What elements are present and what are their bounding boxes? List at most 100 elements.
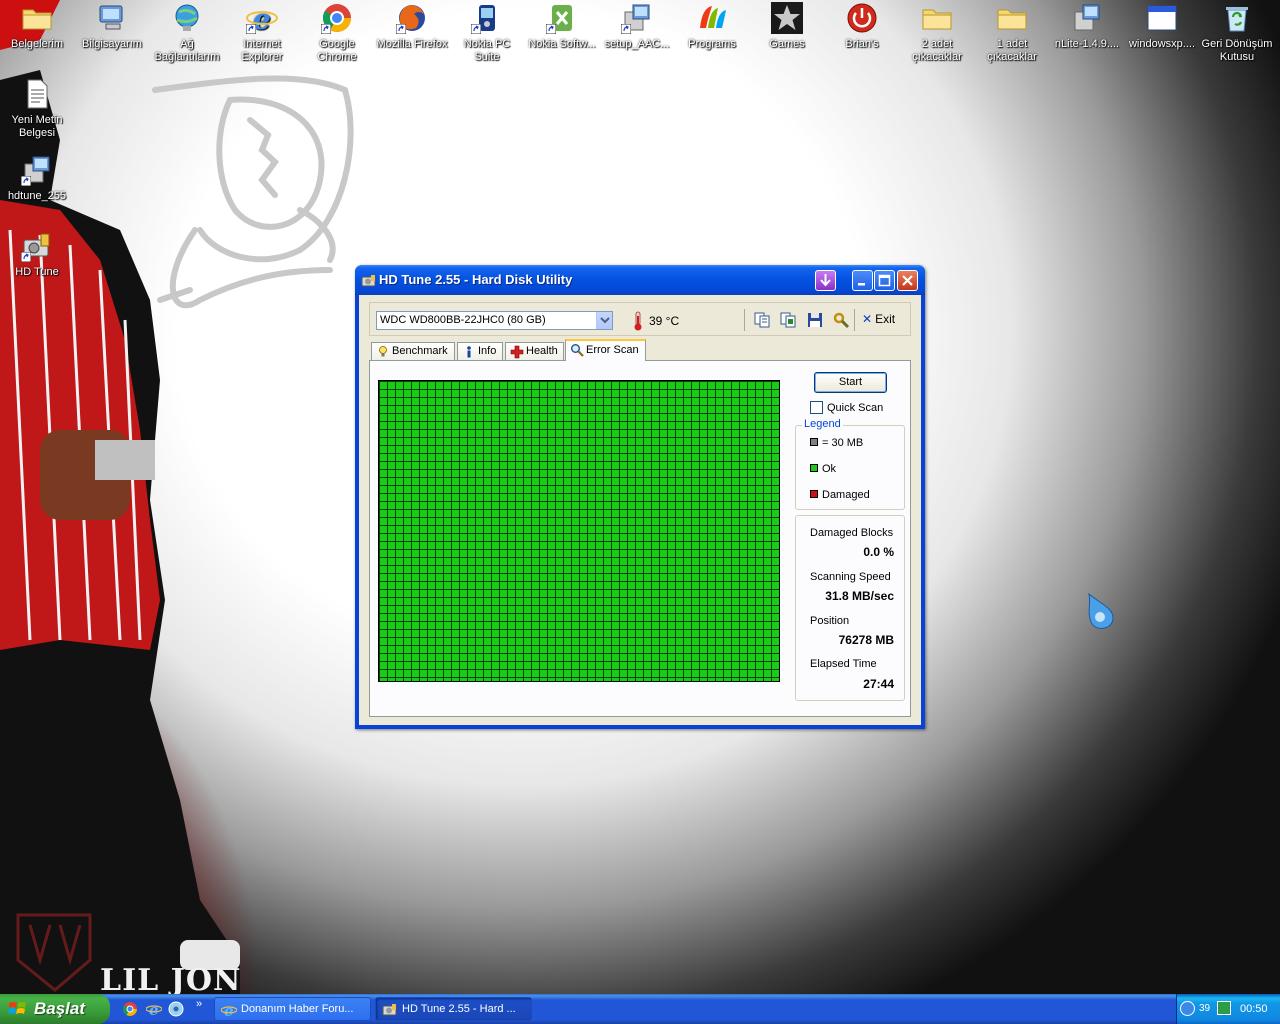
health-cross-icon	[510, 345, 524, 359]
magnifier-icon	[570, 343, 584, 357]
droplet-cursor-icon	[1083, 592, 1117, 632]
svg-text:e: e	[224, 1002, 234, 1018]
tray-temperature[interactable]: 39	[1199, 1003, 1210, 1014]
clock[interactable]: 00:50	[1240, 1003, 1268, 1015]
tab-error-scan[interactable]: Error Scan	[565, 339, 646, 361]
hd-tune-window[interactable]: HD Tune 2.55 - Hard Disk Utility WDC WD8…	[355, 265, 925, 729]
folder-icon	[921, 2, 953, 34]
msn-icon	[696, 2, 728, 34]
close-button[interactable]	[897, 270, 918, 291]
save-button[interactable]	[806, 311, 824, 329]
exit-button[interactable]: ✕ Exit	[862, 312, 895, 326]
network-icon	[171, 2, 203, 34]
damaged-blocks-value: 0.0 %	[863, 545, 894, 559]
desktop-icon-label: Nokia Softw...	[528, 38, 596, 50]
desktop-icon-top-1[interactable]: Bilgisayarım	[75, 0, 149, 51]
drive-select[interactable]: WDC WD800BB-22JHC0 (80 GB)	[376, 311, 613, 330]
desktop-icon-label: hdtune_255	[7, 190, 67, 202]
desktop-icon-label: Games	[769, 38, 805, 50]
task-button-forum[interactable]: e Donanım Haber Foru...	[214, 997, 371, 1021]
tab-benchmark[interactable]: Benchmark	[371, 342, 455, 361]
quick-launch-more-icon[interactable]: »	[196, 998, 202, 1010]
recycle-bin-icon	[1221, 2, 1253, 34]
desktop-icon-top-16[interactable]: Geri Dönüşüm Kutusu	[1200, 0, 1274, 64]
legend-swatch-green	[810, 464, 818, 472]
tray-app-icon[interactable]	[1217, 1001, 1231, 1015]
pin-button[interactable]	[815, 270, 836, 291]
system-tray: 39 00:50	[1176, 994, 1280, 1024]
hd-tune-icon	[382, 1002, 398, 1018]
elapsed-time-value: 27:44	[863, 677, 894, 691]
exit-label: Exit	[875, 312, 896, 326]
svg-text:e: e	[149, 1001, 159, 1017]
desktop-icon-label: Yeni Metin Belgesi	[11, 114, 63, 139]
folder-icon	[21, 2, 53, 34]
folder-icon	[996, 2, 1028, 34]
start-button[interactable]: Start	[814, 372, 887, 393]
desktop-icon-top-13[interactable]: 1 adet çıkacaklar	[975, 0, 1049, 64]
window-title: HD Tune 2.55 - Hard Disk Utility	[379, 272, 573, 287]
desktop-icon-top-9[interactable]: Programs	[675, 0, 749, 51]
desktop-icon-label: Belgelerim	[11, 38, 63, 50]
copy-all-icon	[780, 312, 796, 328]
desktop-icon-top-15[interactable]: windowsxp....	[1125, 0, 1199, 51]
desktop-icon-label: Brian's	[845, 38, 879, 50]
desktop-icon-top-14[interactable]: nLite-1.4.9....	[1050, 0, 1124, 51]
minimize-button[interactable]	[852, 270, 873, 291]
toolbar: WDC WD800BB-22JHC0 (80 GB) 39 °C ✕ Exit	[369, 302, 911, 336]
desktop-icon-top-0[interactable]: Belgelerim	[0, 0, 74, 51]
desktop-icon-top-2[interactable]: Ağ Bağlantılarım	[150, 0, 224, 64]
info-icon	[462, 345, 476, 359]
minimize-icon	[858, 283, 865, 286]
tab-health[interactable]: Health	[505, 342, 564, 361]
quick-launch-media[interactable]	[168, 1001, 184, 1017]
desktop-icon-left-2[interactable]: HD Tune	[0, 228, 74, 279]
drive-select-value: WDC WD800BB-22JHC0 (80 GB)	[380, 314, 546, 326]
desktop-icon-left-0[interactable]: Yeni Metin Belgesi	[0, 76, 74, 140]
exit-x-icon: ✕	[862, 312, 873, 326]
desktop-icon-top-6[interactable]: Nokia PC Suite	[450, 0, 524, 64]
quick-scan-checkbox[interactable]: Quick Scan	[810, 401, 883, 414]
legend-item-damaged: Damaged	[810, 489, 870, 501]
ie-icon: e	[146, 1001, 162, 1017]
desktop-icon-label: 1 adet çıkacaklar	[987, 38, 1037, 63]
desktop-icon-label: Google Chrome	[317, 38, 357, 63]
title-bar[interactable]: HD Tune 2.55 - Hard Disk Utility	[355, 265, 925, 295]
desktop-icon-label: Nokia PC Suite	[463, 38, 511, 63]
maximize-button[interactable]	[874, 270, 895, 291]
quick-launch-chrome[interactable]	[122, 1001, 138, 1017]
installer-icon	[621, 2, 653, 34]
legend-swatch-grey	[810, 438, 818, 446]
copy-icon	[754, 312, 770, 328]
legend-item-ok: Ok	[810, 463, 836, 475]
tab-info[interactable]: Info	[457, 342, 503, 361]
desktop-icon-top-11[interactable]: Brian's	[825, 0, 899, 51]
chrome-icon	[321, 2, 353, 34]
desktop-icon-label: Programs	[688, 38, 736, 50]
quick-launch-ie[interactable]: e	[146, 1001, 162, 1017]
desktop-icon-top-10[interactable]: Games	[750, 0, 824, 51]
desktop-icon-top-12[interactable]: 2 adet çıkacaklar	[900, 0, 974, 64]
desktop-icon-top-8[interactable]: setup_AAC...	[600, 0, 674, 51]
desktop-icon-left-1[interactable]: hdtune_255	[0, 152, 74, 203]
ie-icon: e	[221, 1002, 237, 1018]
hd-tune-icon	[21, 230, 53, 262]
legend-title: Legend	[802, 418, 843, 430]
options-button[interactable]	[832, 311, 850, 329]
copy-all-button[interactable]	[779, 311, 797, 329]
desktop-icon-top-3[interactable]: e Internet Explorer	[225, 0, 299, 64]
desktop-icon-top-5[interactable]: Mozilla Firefox	[375, 0, 449, 51]
text-document-icon	[21, 78, 53, 110]
tray-expand-icon[interactable]	[1180, 1001, 1195, 1016]
taskbar: Başlat e » e Donanım Haber Foru... HD Tu…	[0, 994, 1280, 1024]
task-button-hd-tune[interactable]: HD Tune 2.55 - Hard ...	[375, 997, 532, 1021]
scanning-speed-label: Scanning Speed	[810, 571, 891, 583]
desktop-icon-top-7[interactable]: Nokia Softw...	[525, 0, 599, 51]
start-button-taskbar[interactable]: Başlat	[0, 994, 110, 1024]
chevron-down-icon[interactable]	[596, 312, 612, 329]
wallpaper-caption: LIL JON	[100, 963, 242, 998]
desktop-icon-label: Internet Explorer	[241, 38, 283, 63]
copy-info-button[interactable]	[753, 311, 771, 329]
checkbox-box[interactable]	[810, 401, 823, 414]
desktop-icon-top-4[interactable]: Google Chrome	[300, 0, 374, 64]
